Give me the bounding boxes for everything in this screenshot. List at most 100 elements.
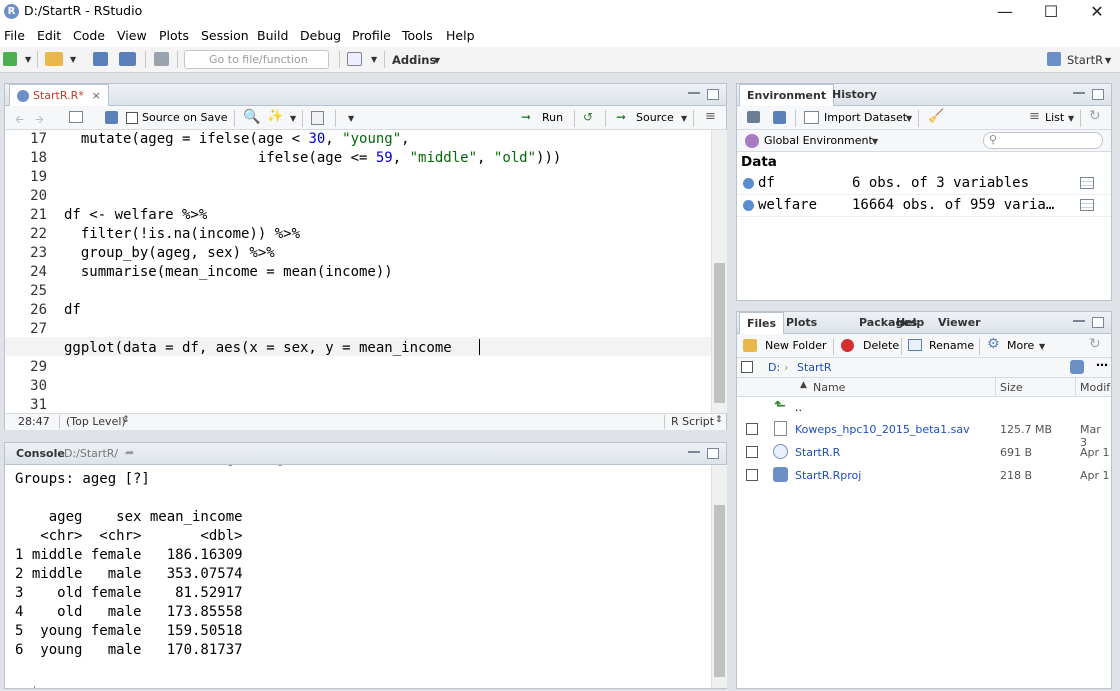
outline-icon[interactable]: ≡ [705, 109, 716, 124]
menu-build[interactable]: Build [257, 28, 288, 43]
menu-debug[interactable]: Debug [300, 28, 341, 43]
code-tools-wand-icon[interactable]: ✨ [267, 109, 283, 124]
close-icon[interactable]: × [92, 89, 101, 102]
chevron-down-icon[interactable]: ▼ [1039, 342, 1045, 351]
code-area[interactable]: 17 mutate(ageg = ifelse(age < 30, "young… [5, 130, 712, 413]
maximize-pane-icon[interactable] [707, 448, 719, 459]
tab-files[interactable]: Files [739, 312, 785, 335]
minimize-pane-icon[interactable] [688, 92, 700, 95]
chevron-down-icon[interactable]: ▼ [1068, 114, 1074, 123]
project-icon[interactable] [1070, 360, 1084, 374]
file-checkbox[interactable] [746, 469, 758, 481]
menu-help[interactable]: Help [446, 28, 475, 43]
tab-startr-r[interactable]: StartR.R* × [9, 84, 109, 107]
menu-plots[interactable]: Plots [159, 28, 189, 43]
minimize-icon[interactable]: — [982, 0, 1028, 26]
editor-scrollbar[interactable] [711, 130, 727, 413]
file-row[interactable]: StartR.R 691 B Apr 1 [737, 442, 1111, 465]
file-type-indicator[interactable]: R Script [671, 415, 714, 428]
chevron-down-icon[interactable]: ▼ [371, 55, 377, 64]
tab-help[interactable]: Help [889, 312, 931, 334]
new-folder-button[interactable]: New Folder [765, 339, 826, 352]
minimize-pane-icon[interactable] [1073, 320, 1085, 323]
tab-environment[interactable]: Environment [739, 84, 835, 107]
menu-session[interactable]: Session [201, 28, 249, 43]
view-table-icon[interactable] [1080, 199, 1094, 211]
maximize-icon[interactable]: ☐ [1028, 0, 1074, 26]
console-output[interactable]: Source: local data frame [6 x 3] Groups: … [5, 465, 712, 688]
global-environment-select[interactable]: Global Environment [764, 134, 873, 147]
source-on-save-checkbox[interactable] [126, 112, 138, 124]
env-search-input[interactable]: ⚲ [983, 132, 1103, 149]
menu-view[interactable]: View [117, 28, 147, 43]
refresh-icon[interactable]: ↻ [1089, 108, 1101, 124]
show-in-window-icon[interactable] [69, 111, 83, 123]
forward-arrow-icon[interactable]: 🡪 [35, 111, 44, 130]
goto-file-input[interactable]: Go to file/function [184, 50, 329, 69]
maximize-pane-icon[interactable] [1092, 89, 1104, 100]
expand-icon[interactable] [743, 178, 754, 189]
env-row[interactable]: welfare 16664 obs. of 959 varia… [737, 195, 1111, 217]
select-all-checkbox[interactable] [741, 361, 753, 373]
compile-report-icon[interactable] [311, 111, 324, 125]
chevron-down-icon[interactable]: ▼ [872, 137, 878, 146]
tab-plots[interactable]: Plots [779, 312, 824, 334]
grid-layout-icon[interactable] [347, 52, 362, 66]
menu-code[interactable]: Code [73, 28, 105, 43]
file-name[interactable]: StartR.Rproj [795, 469, 861, 482]
rerun-icon[interactable]: ↺ [583, 110, 593, 124]
menu-profile[interactable]: Profile [352, 28, 391, 43]
go-to-directory-icon[interactable]: ➦ [125, 446, 134, 459]
file-checkbox[interactable] [746, 423, 758, 435]
chevron-down-icon[interactable]: ▼ [25, 55, 31, 64]
minimize-pane-icon[interactable] [1073, 92, 1085, 95]
search-icon[interactable]: 🔍 [243, 109, 260, 125]
save-icon[interactable] [93, 52, 108, 66]
chevron-down-icon[interactable]: ▼ [681, 114, 687, 123]
chevron-down-icon[interactable]: ▼ [70, 55, 76, 64]
breadcrumb-dir[interactable]: StartR [797, 361, 832, 374]
breadcrumb-root[interactable]: D: [768, 361, 780, 374]
file-name[interactable]: StartR.R [795, 446, 840, 459]
save-icon[interactable] [773, 111, 786, 124]
col-name-header[interactable]: Name [813, 381, 845, 394]
maximize-pane-icon[interactable] [1092, 317, 1104, 328]
source-button[interactable]: Source [636, 111, 674, 124]
view-mode-list[interactable]: List [1045, 111, 1064, 124]
load-workspace-icon[interactable] [747, 111, 760, 123]
view-table-icon[interactable] [1080, 177, 1094, 189]
chevron-down-icon[interactable]: ▼ [348, 114, 354, 123]
import-dataset-button[interactable]: Import Dataset [824, 111, 907, 124]
delete-button[interactable]: Delete [863, 339, 899, 352]
env-row[interactable]: df 6 obs. of 3 variables [737, 173, 1111, 195]
console-scrollbar[interactable] [711, 465, 727, 688]
minimize-pane-icon[interactable] [688, 451, 700, 454]
addins-menu[interactable]: Addins [392, 53, 436, 67]
col-modified-header[interactable]: Modif [1080, 381, 1110, 394]
maximize-pane-icon[interactable] [707, 89, 719, 100]
chevron-down-icon[interactable]: ▼ [290, 114, 296, 123]
file-name[interactable]: Koweps_hpc10_2015_beta1.sav [795, 423, 970, 436]
col-size-header[interactable]: Size [1000, 381, 1023, 394]
menu-edit[interactable]: Edit [37, 28, 61, 43]
file-checkbox[interactable] [746, 446, 758, 458]
tab-viewer[interactable]: Viewer [931, 312, 988, 334]
rename-button[interactable]: Rename [929, 339, 974, 352]
file-row[interactable]: StartR.Rproj 218 B Apr 1 [737, 465, 1111, 488]
parent-dir-link[interactable]: .. [795, 401, 802, 414]
more-dots-icon[interactable]: ⋯ [1096, 358, 1108, 372]
menu-tools[interactable]: Tools [402, 28, 433, 43]
file-row-parent[interactable]: ⬑ .. [737, 397, 1111, 420]
project-menu[interactable]: StartR [1067, 53, 1103, 67]
refresh-icon[interactable]: ↻ [1089, 336, 1101, 352]
close-icon[interactable]: ✕ [1074, 0, 1120, 26]
print-icon[interactable] [154, 52, 169, 66]
tab-console[interactable]: Console [9, 443, 72, 465]
broom-icon[interactable]: 🧹 [928, 109, 944, 124]
scope-indicator[interactable]: (Top Level) [66, 415, 126, 428]
tab-history[interactable]: History [825, 84, 884, 106]
run-button[interactable]: Run [542, 111, 563, 124]
expand-icon[interactable] [743, 200, 754, 211]
more-button[interactable]: More [1007, 339, 1034, 352]
console-scroll-thumb[interactable] [714, 505, 725, 677]
